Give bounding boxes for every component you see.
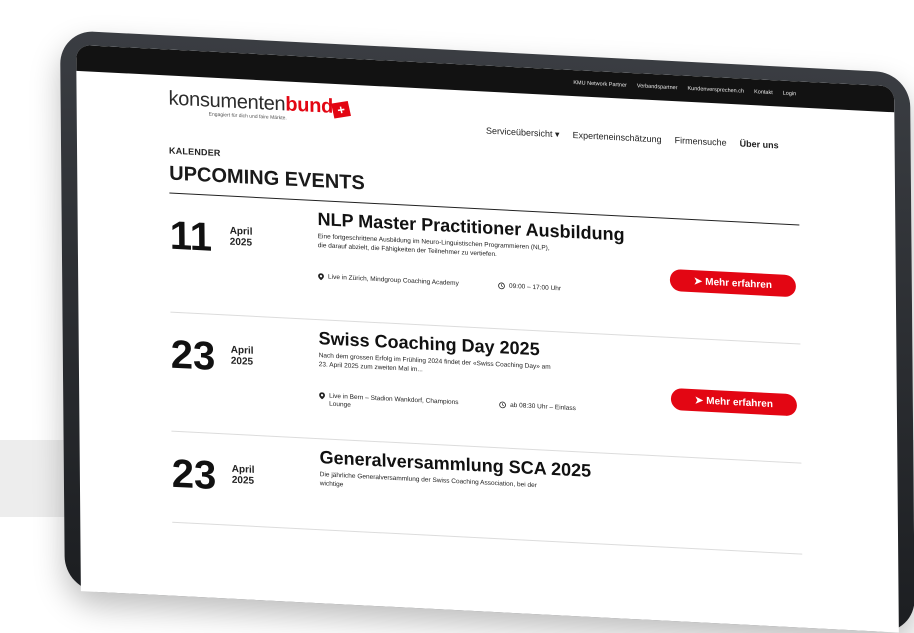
nav-ueber-uns[interactable]: Über uns [740,138,779,151]
events-section: KALENDER UPCOMING EVENTS 11 April 2025 NL… [169,146,803,555]
arrow-right-icon: ➤ [693,275,703,288]
chevron-down-icon: ▾ [554,129,560,140]
event-year: 2025 [231,474,255,487]
more-info-button[interactable]: ➤ Mehr erfahren [670,387,798,417]
topnav-kontakt[interactable]: Kontakt [754,89,773,96]
event-time: ab 08:30 Uhr – Einlass [499,401,580,414]
browser-screen: KMU Network Partner Verbandspartner Kund… [76,44,899,633]
nav-firmensuche[interactable]: Firmensuche [675,135,727,149]
nav-experteneinschaetzung[interactable]: Experteneinschätzung [573,130,662,146]
event-list: 11 April 2025 NLP Master Practitioner Aus… [169,193,803,555]
site-logo[interactable]: konsumentenbund Engagiert für dich und f… [168,87,333,123]
more-info-button-label: Mehr erfahren [706,395,774,410]
event-meta: Live in Zürich, Mindgroup Coaching Acade… [318,273,579,295]
event-day: 23 [171,451,217,498]
nav-serviceuebersicht[interactable]: Serviceübersicht ▾ [486,126,560,141]
event-time-text: 09:00 – 17:00 Uhr [508,282,562,293]
event-location-text: Live in Zürich, Mindgroup Coaching Acade… [327,273,459,288]
topnav-verbandspartner[interactable]: Verbandspartner [637,83,678,91]
event-location: Live in Bern – Stadion Wankdorf, Champio… [319,392,479,417]
event-year: 2025 [230,355,254,368]
event-location-text: Live in Bern – Stadion Wankdorf, Champio… [329,392,459,410]
logo-wordmark-bold: bund [285,93,334,118]
clock-icon [499,401,506,409]
more-info-button[interactable]: ➤ Mehr erfahren [669,268,796,298]
topnav-login[interactable]: Login [783,91,797,98]
nav-serviceuebersicht-label: Serviceübersicht [485,125,553,139]
event-month-year: April 2025 [229,226,253,249]
topnav-kundenversprechen[interactable]: Kundenversprechen.ch [687,86,744,95]
event-time-text: ab 08:30 Uhr – Einlass [510,401,576,413]
logo-wordmark-regular: konsumenten [168,87,286,116]
main-navigation: Serviceübersicht ▾ Experteneinschätzung … [486,126,779,152]
swiss-flag-icon: + [331,100,351,119]
location-pin-icon [319,392,325,400]
clock-icon [498,282,505,290]
event-day: 11 [169,213,213,260]
event-meta: Live in Bern – Stadion Wankdorf, Champio… [319,392,580,422]
event-time: 09:00 – 17:00 Uhr [498,282,579,295]
location-pin-icon [318,273,324,281]
more-info-button-label: Mehr erfahren [705,276,772,291]
event-year: 2025 [229,236,253,249]
event-location: Live in Zürich, Mindgroup Coaching Acade… [318,273,478,290]
event-month-year: April 2025 [230,345,254,368]
event-day: 23 [170,332,216,379]
laptop-device: KMU Network Partner Verbandspartner Kund… [60,30,914,633]
arrow-right-icon: ➤ [694,394,704,407]
event-month-year: April 2025 [231,464,255,487]
topnav-kmu-network-partner[interactable]: KMU Network Partner [573,80,627,89]
